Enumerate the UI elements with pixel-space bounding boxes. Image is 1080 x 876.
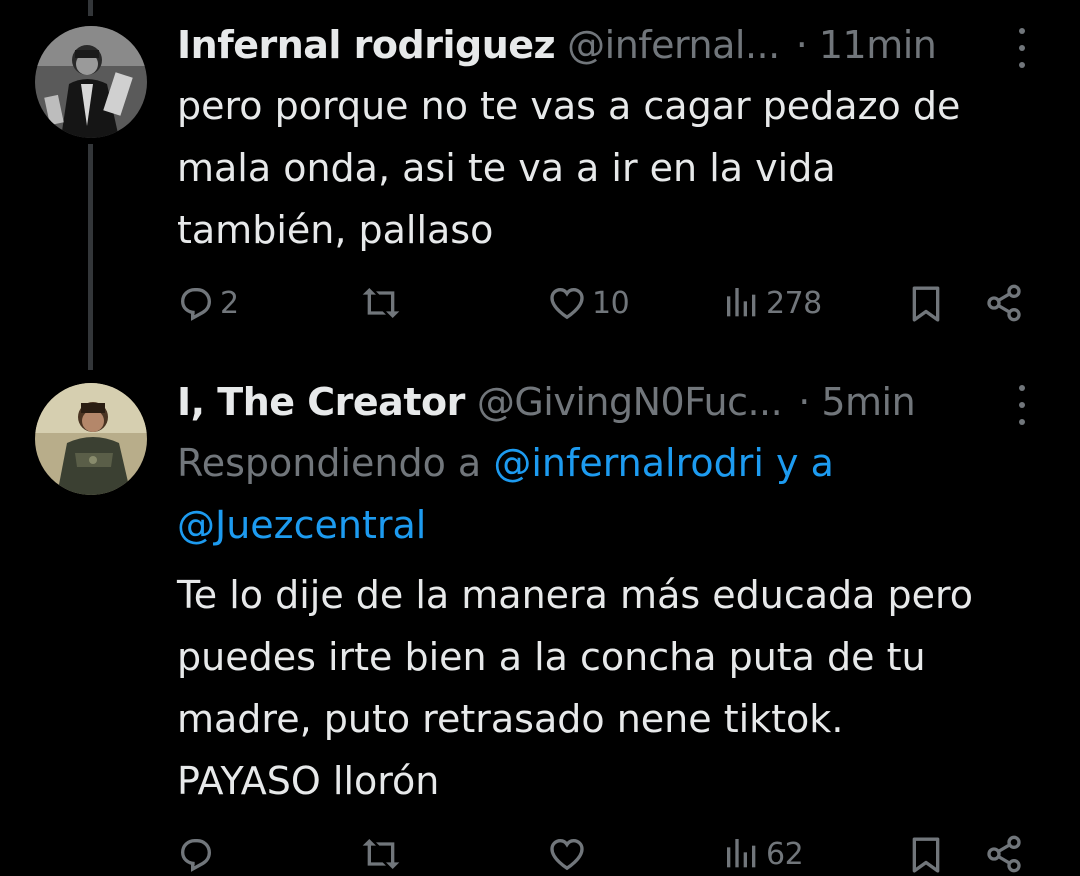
reply-button[interactable]: 2 [176,283,239,323]
views-button[interactable]: 278 [722,283,822,323]
more-icon[interactable] [1016,28,1028,68]
retweet-button[interactable] [358,283,408,323]
replying-to: Respondiendo a @infernalrodri y a @Juezc… [177,432,1057,556]
tweet-text: pero porque no te vas a cagar pedazo de … [177,75,1057,261]
bookmark-button[interactable] [906,283,946,325]
tweet-text-line: mala onda, asi te va a ir en la vida [177,146,836,190]
views-icon [727,288,756,317]
author-name[interactable]: Infernal rodriguez [177,23,556,67]
author-handle[interactable]: @infernal... [567,23,780,67]
author-handle[interactable]: @GivingN0Fuc... [477,380,783,424]
retweet-icon [362,288,400,318]
like-button[interactable] [546,834,592,874]
tweet-time[interactable]: · 11min [796,23,937,67]
mention-link[interactable]: @Juezcentral [177,503,426,547]
reply-button[interactable] [176,834,220,874]
tweet-text-line: madre, puto retrasado nene tiktok. [177,697,844,741]
reply-count: 2 [220,285,239,321]
share-button[interactable] [984,283,1024,323]
share-button[interactable] [984,834,1024,874]
tweet-header: I, The Creator @GivingN0Fuc... · 5min [177,377,916,427]
tweet-header: Infernal rodriguez @infernal... · 11min [177,20,937,70]
views-count: 62 [766,836,804,872]
retweet-button[interactable] [358,834,408,874]
avatar[interactable] [35,383,147,495]
tweet-text-line: PAYASO llorón [177,759,440,803]
replying-line: Respondiendo a @infernalrodri y a [177,432,1057,494]
avatar-person-color-icon [35,383,147,495]
like-count: 10 [592,285,630,321]
share-icon [987,284,1021,322]
bookmark-icon [912,286,940,322]
like-button[interactable]: 10 [546,283,630,323]
retweet-icon [362,839,400,869]
replying-line: @Juezcentral [177,494,1057,556]
views-button[interactable]: 62 [722,834,804,874]
like-icon [550,838,584,871]
tweet-text-line: pero porque no te vas a cagar pedazo de [177,84,961,128]
tweet-time[interactable]: · 5min [798,380,916,424]
reply-icon [180,839,212,872]
tweet-text: Te lo dije de la manera más educada pero… [177,564,1057,812]
tweet-text-line: Te lo dije de la manera más educada pero [177,573,974,617]
author-name[interactable]: I, The Creator [177,380,465,424]
thread-line-top [88,0,93,16]
mention-link[interactable]: @infernalrodri y a [493,441,834,485]
tweet-text-line: puedes irte bien a la concha puta de tu [177,635,926,679]
tweet-text-line: también, pallaso [177,208,494,252]
avatar-person-bw-icon [35,26,147,138]
views-icon [727,839,756,868]
more-icon[interactable] [1016,385,1028,425]
avatar[interactable] [35,26,147,138]
share-icon [987,835,1021,873]
bookmark-icon [912,837,940,873]
reply-icon [180,288,212,321]
views-count: 278 [766,285,822,321]
replying-prefix: Respondiendo a [177,441,482,485]
thread-line-connector [88,144,93,370]
bookmark-button[interactable] [906,834,946,876]
like-icon [550,287,584,320]
